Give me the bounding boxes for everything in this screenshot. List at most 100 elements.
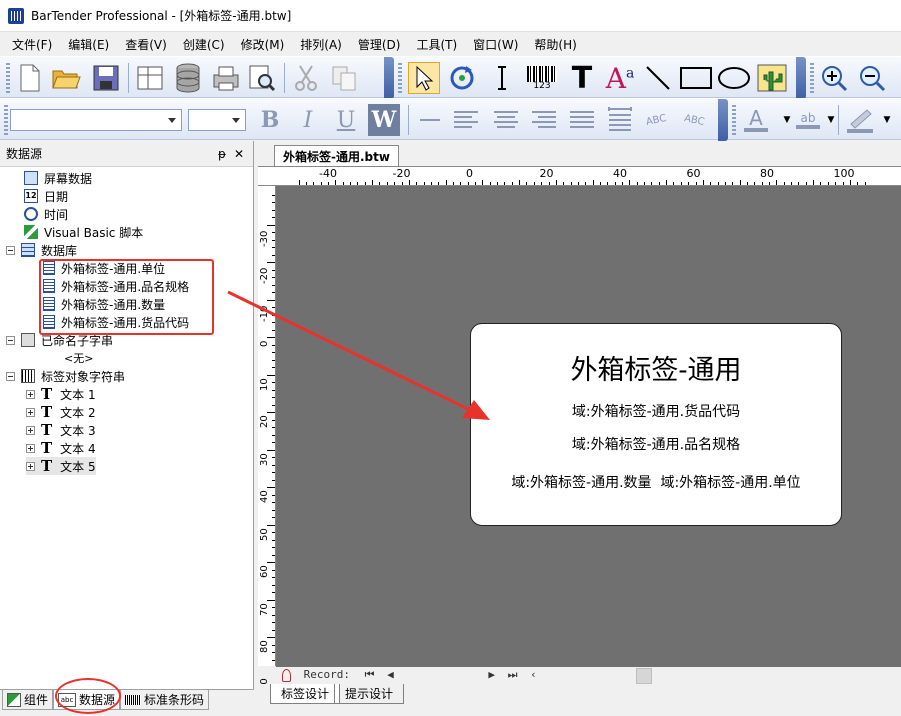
tree-item-database[interactable]: 数据库 [6, 241, 77, 259]
tree-item-text-4[interactable]: T 文本 4 [26, 439, 96, 457]
tree-item-text-1[interactable]: T 文本 1 [26, 385, 96, 403]
text-tool-button[interactable]: T [566, 61, 598, 96]
collapse-icon[interactable] [6, 371, 15, 381]
tree-item-named-substrings[interactable]: 已命名子字串 [6, 331, 113, 349]
menu-tools[interactable]: 工具(T) [408, 34, 465, 55]
menu-create[interactable]: 创建(C) [175, 34, 233, 55]
highlight-button[interactable]: ab [792, 104, 824, 136]
toolbar-overflow-button-2[interactable] [796, 57, 806, 99]
font-size-combo[interactable] [188, 109, 246, 131]
ruler-tick [267, 637, 275, 638]
menu-view[interactable]: 查看(V) [117, 34, 175, 55]
last-record-button[interactable]: ⏭ [508, 668, 518, 681]
panel-title: 数据源 [6, 147, 43, 161]
fit-width-button[interactable] [604, 104, 636, 136]
tab-components[interactable]: 组件 [2, 690, 54, 710]
db-field-product-code[interactable]: 外箱标签-通用.货品代码 [43, 313, 189, 331]
label-field-product-code[interactable]: 域:外箱标签-通用.货品代码 [471, 401, 841, 421]
arc-down-button[interactable]: ABC [678, 104, 710, 136]
page-setup-button[interactable] [134, 62, 166, 94]
underline-button[interactable]: U [330, 104, 362, 136]
rotate-tool-button[interactable] [446, 62, 478, 94]
tree-item-text-2[interactable]: T 文本 2 [26, 403, 96, 421]
tree-item-time[interactable]: 时间 [24, 205, 68, 223]
line-color-button[interactable] [844, 104, 876, 136]
menu-file[interactable]: 文件(F) [4, 34, 60, 55]
picture-tool-button[interactable] [756, 62, 788, 94]
open-button[interactable] [50, 62, 82, 94]
print-preview-button[interactable] [246, 62, 278, 94]
word-wrap-button[interactable]: W [368, 104, 400, 136]
first-record-button[interactable]: ⏮ [365, 668, 375, 681]
zoom-more-button[interactable] [892, 62, 901, 94]
ellipse-tool-button[interactable] [718, 62, 750, 94]
menu-manage[interactable]: 管理(D) [350, 34, 409, 55]
zoom-out-button[interactable] [856, 62, 888, 94]
toolbar-overflow-button-3[interactable] [718, 99, 728, 141]
document-tab[interactable]: 外箱标签-通用.btw [274, 145, 399, 167]
collapse-icon[interactable] [6, 245, 15, 255]
menu-edit[interactable]: 编辑(E) [60, 34, 117, 55]
arc-up-button[interactable]: ABC [640, 104, 672, 136]
tab-data-sources[interactable]: abc 数据源 [53, 690, 121, 710]
next-record-button[interactable]: ▶ [488, 668, 495, 681]
tree-item-screen-data[interactable]: 屏幕数据 [24, 169, 92, 187]
scroll-left-button[interactable]: ‹ [530, 668, 537, 681]
menu-modify[interactable]: 修改(M) [233, 34, 293, 55]
db-field-quantity[interactable]: 外箱标签-通用.数量 [43, 295, 165, 313]
tree-item-text-3[interactable]: T 文本 3 [26, 421, 96, 439]
line-tool-button[interactable] [642, 62, 674, 94]
prev-record-button[interactable]: ◀ [387, 668, 394, 681]
line-color-dropdown[interactable]: ▼ [878, 104, 896, 136]
zoom-in-button[interactable] [818, 62, 850, 94]
align-left-button[interactable] [450, 104, 482, 136]
label-template[interactable]: 外箱标签-通用 域:外箱标签-通用.货品代码 域:外箱标签-通用.品名规格 域:… [470, 323, 842, 526]
expand-icon[interactable] [26, 407, 35, 417]
toolbar-overflow-button[interactable] [384, 57, 394, 99]
new-document-button[interactable] [14, 62, 46, 94]
font-color-button[interactable]: A [740, 104, 772, 136]
label-field-spec[interactable]: 域:外箱标签-通用.品名规格 [471, 434, 841, 454]
menu-window[interactable]: 窗口(W) [465, 34, 526, 55]
menu-arrange[interactable]: 排列(A) [292, 34, 350, 55]
tree-item-date[interactable]: 12 日期 [24, 187, 68, 205]
align-line-button[interactable] [414, 104, 446, 136]
tree-item-label-object-strings[interactable]: 标签对象字符串 [6, 367, 125, 385]
print-button[interactable] [210, 62, 242, 94]
rectangle-tool-button[interactable] [680, 62, 712, 94]
copy-button[interactable] [328, 62, 360, 94]
align-right-button[interactable] [528, 104, 560, 136]
tab-standard-barcodes[interactable]: 标准条形码 [120, 690, 210, 710]
db-field-unit[interactable]: 外箱标签-通用.单位 [43, 259, 165, 277]
expand-icon[interactable] [26, 461, 35, 471]
font-name-combo[interactable] [10, 109, 182, 131]
tab-label-design[interactable]: 标签设计 [270, 684, 341, 704]
toolbar-grip[interactable] [6, 63, 10, 93]
italic-button[interactable]: I [292, 104, 324, 136]
tree-item-text-5[interactable]: T 文本 5 [26, 457, 96, 475]
menu-help[interactable]: 帮助(H) [526, 34, 584, 55]
align-center-button[interactable] [490, 104, 522, 136]
ruler-tick [272, 284, 275, 286]
close-icon[interactable]: ✕ [234, 147, 244, 161]
save-button[interactable] [90, 62, 122, 94]
tree-item-vb-script[interactable]: Visual Basic 脚本 [24, 223, 143, 241]
cut-button[interactable] [290, 62, 322, 94]
expand-icon[interactable] [26, 425, 35, 435]
db-field-spec[interactable]: 外箱标签-通用.品名规格 [43, 277, 189, 295]
barcode-tool-button[interactable]: 123 [526, 62, 558, 94]
pin-icon[interactable]: ᵽ [218, 147, 226, 161]
justify-button[interactable] [566, 104, 598, 136]
collapse-icon[interactable] [6, 335, 15, 345]
horizontal-scrollbar-thumb[interactable] [636, 668, 652, 684]
database-setup-button[interactable] [172, 62, 204, 94]
bold-button[interactable]: B [254, 104, 286, 136]
label-field-quantity-unit[interactable]: 域:外箱标签-通用.数量 域:外箱标签-通用.单位 [471, 472, 841, 492]
tab-prompt-design[interactable]: 提示设计 [334, 684, 405, 704]
paragraph-tool-button[interactable]: Aa [604, 62, 636, 95]
label-title[interactable]: 外箱标签-通用 [471, 348, 841, 387]
expand-icon[interactable] [26, 389, 35, 399]
expand-icon[interactable] [26, 443, 35, 453]
pointer-tool-button[interactable] [408, 62, 440, 94]
text-cursor-tool-button[interactable] [486, 62, 518, 94]
